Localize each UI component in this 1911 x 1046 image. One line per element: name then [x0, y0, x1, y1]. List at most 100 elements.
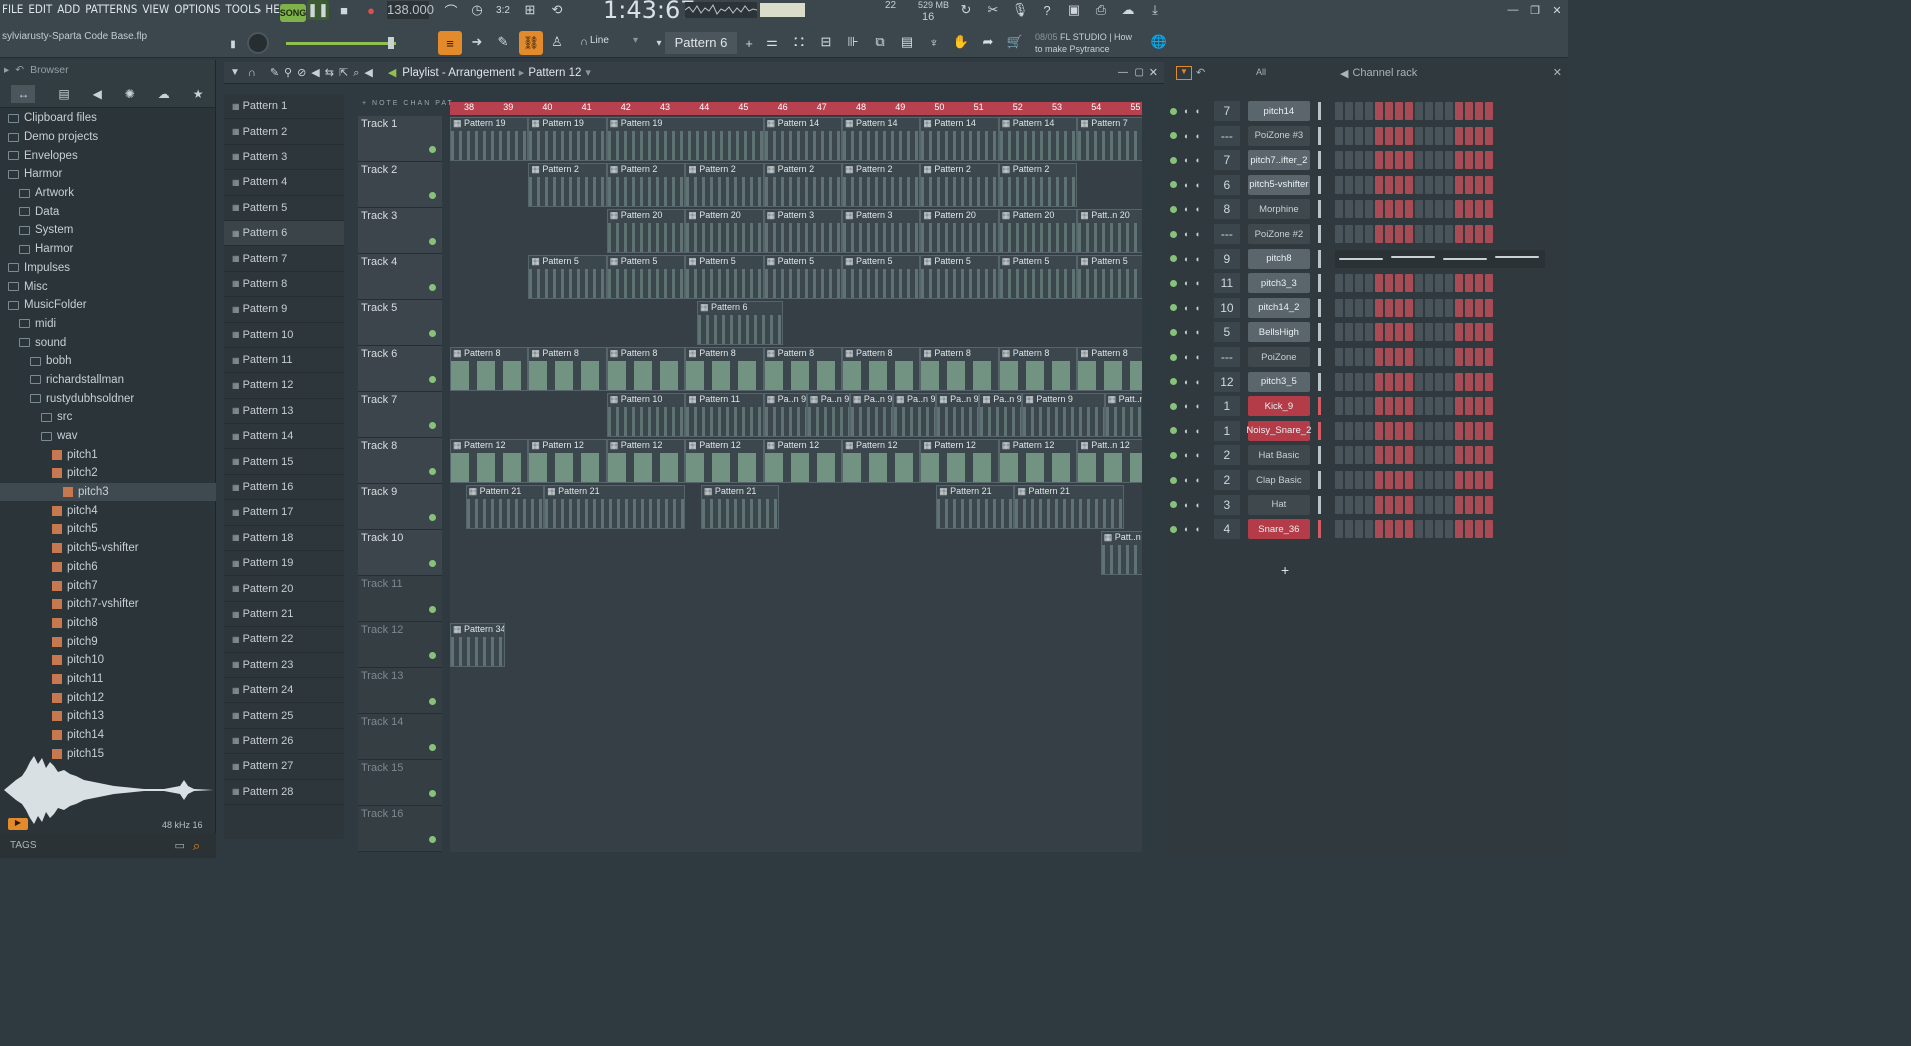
pattern-picker-item[interactable]: ▦ Pattern 15: [224, 449, 344, 475]
playlist-clip[interactable]: ▦ Pattern 5: [1077, 255, 1142, 299]
channel-volume-knob[interactable]: ◖: [1194, 229, 1199, 239]
step-button[interactable]: [1464, 471, 1473, 489]
track-header[interactable]: Track 9: [358, 484, 442, 530]
step-button[interactable]: [1444, 274, 1453, 293]
browser-item[interactable]: Impulses: [0, 259, 216, 278]
step-button[interactable]: [1334, 200, 1343, 219]
channel-mixer-track[interactable]: 6: [1213, 174, 1240, 195]
playlist-clip[interactable]: ▦ Pattern 12: [920, 439, 999, 483]
step-button[interactable]: [1464, 225, 1473, 243]
step-button[interactable]: [1434, 200, 1443, 219]
step-button[interactable]: [1424, 274, 1433, 293]
browser-icon[interactable]: ⧉: [868, 30, 892, 54]
browser-item[interactable]: pitch3: [0, 482, 216, 502]
plugin-picker-icon[interactable]: ♆: [922, 30, 946, 54]
track-mute-led[interactable]: [429, 514, 436, 521]
step-button[interactable]: [1434, 175, 1443, 194]
step-button[interactable]: [1434, 274, 1443, 293]
step-button[interactable]: [1454, 102, 1463, 120]
track-mute-led[interactable]: [429, 606, 436, 613]
step-button[interactable]: [1384, 495, 1393, 514]
channel-select-indicator[interactable]: [1317, 175, 1321, 194]
step-button[interactable]: [1364, 298, 1373, 317]
step-button[interactable]: [1474, 225, 1483, 243]
channel-mute-led[interactable]: [1170, 181, 1177, 189]
close-window-icon[interactable]: ✕: [1546, 0, 1568, 20]
channel-volume-knob[interactable]: ◖: [1194, 303, 1199, 313]
step-button[interactable]: [1394, 372, 1403, 391]
channel-pan-knob[interactable]: ◖: [1183, 524, 1188, 534]
step-button[interactable]: [1424, 200, 1433, 219]
metronome-icon[interactable]: ⌒: [440, 0, 462, 20]
step-button[interactable]: [1434, 495, 1443, 514]
blend-notes-icon[interactable]: ⊞: [519, 0, 541, 20]
step-button[interactable]: [1484, 200, 1493, 219]
step-button[interactable]: [1444, 520, 1453, 539]
step-button[interactable]: [1404, 421, 1413, 440]
playlist-clip[interactable]: ▦ Pattern 5: [528, 255, 607, 299]
step-button[interactable]: [1464, 348, 1473, 366]
step-button[interactable]: [1454, 323, 1463, 342]
channel-mixer-track[interactable]: 3: [1213, 494, 1240, 515]
channel-volume-knob[interactable]: ◖: [1194, 106, 1199, 116]
step-button[interactable]: [1484, 126, 1493, 145]
playlist-clip[interactable]: ▦ Pa..n 9: [936, 393, 980, 437]
step-button[interactable]: [1334, 323, 1343, 342]
channel-name-button[interactable]: Morphine: [1247, 199, 1310, 220]
channel-volume-knob[interactable]: ◖: [1194, 131, 1199, 141]
browser-item[interactable]: pitch13: [0, 707, 216, 726]
track-mute-led[interactable]: [429, 146, 436, 153]
step-button[interactable]: [1344, 397, 1353, 416]
playlist-clip[interactable]: ▦ Patt..n 12: [1077, 439, 1142, 483]
step-button[interactable]: [1344, 323, 1353, 342]
pattern-picker-item[interactable]: ▦ Pattern 28: [224, 780, 344, 805]
playlist-clip[interactable]: ▦ Pattern 12: [763, 439, 842, 483]
add-pattern-icon[interactable]: +: [738, 33, 760, 53]
playlist-clip[interactable]: ▦ Pa..n 9: [892, 393, 937, 437]
playlist-clip[interactable]: ▦ Pa..n 9: [849, 393, 893, 437]
browser-item[interactable]: pitch7-vshifter: [0, 595, 216, 614]
step-button[interactable]: [1334, 348, 1343, 366]
browser-item[interactable]: pitch2: [0, 464, 216, 483]
step-button[interactable]: [1404, 348, 1413, 366]
step-button[interactable]: [1354, 323, 1363, 342]
channel-name-button[interactable]: pitch8: [1247, 248, 1310, 269]
step-button[interactable]: [1424, 495, 1433, 514]
pattern-picker-item[interactable]: ▦ Pattern 24: [224, 678, 344, 704]
channel-row[interactable]: ◖ ◖ 9 pitch8: [1170, 248, 1545, 270]
step-button[interactable]: [1374, 397, 1383, 416]
channel-select-indicator[interactable]: [1317, 151, 1321, 170]
channel-name-button[interactable]: pitch14: [1247, 101, 1310, 121]
channel-volume-knob[interactable]: ◖: [1194, 180, 1199, 190]
browser-item[interactable]: rustydubhsoldner: [0, 389, 216, 408]
step-button[interactable]: [1474, 175, 1483, 194]
browser-item[interactable]: src: [0, 408, 216, 427]
step-button[interactable]: [1394, 348, 1403, 366]
step-button[interactable]: [1484, 102, 1493, 120]
track-mute-led[interactable]: [429, 560, 436, 567]
pattern-picker-item[interactable]: ▦ Pattern 25: [224, 703, 344, 729]
hint-icon[interactable]: ➦: [976, 30, 1000, 54]
channel-pan-knob[interactable]: ◖: [1183, 131, 1188, 141]
channel-select-indicator[interactable]: [1317, 323, 1321, 342]
step-button[interactable]: [1414, 446, 1423, 465]
browser-item[interactable]: sound: [0, 333, 216, 352]
step-button[interactable]: [1354, 200, 1363, 219]
minimize-playlist-icon[interactable]: —: [1118, 67, 1128, 78]
track-header[interactable]: Track 8: [358, 438, 442, 484]
channel-row[interactable]: ◖ ◖ 8 Morphine: [1170, 198, 1493, 220]
channel-mixer-track[interactable]: 1: [1213, 396, 1240, 417]
snap-select[interactable]: Line ▾: [590, 35, 640, 51]
rack-undo-icon[interactable]: ↶: [1196, 66, 1205, 79]
step-button[interactable]: [1354, 421, 1363, 440]
step-button[interactable]: [1484, 274, 1493, 293]
track-mute-led[interactable]: [429, 698, 436, 705]
step-button[interactable]: [1424, 520, 1433, 539]
step-button[interactable]: [1434, 520, 1443, 539]
track-header[interactable]: Track 7: [358, 392, 442, 438]
step-button[interactable]: [1474, 520, 1483, 539]
menu-view[interactable]: VIEW: [142, 2, 169, 16]
channel-volume-knob[interactable]: ◖: [1194, 524, 1199, 534]
step-button[interactable]: [1374, 348, 1383, 366]
browser-item[interactable]: Demo projects: [0, 128, 216, 147]
